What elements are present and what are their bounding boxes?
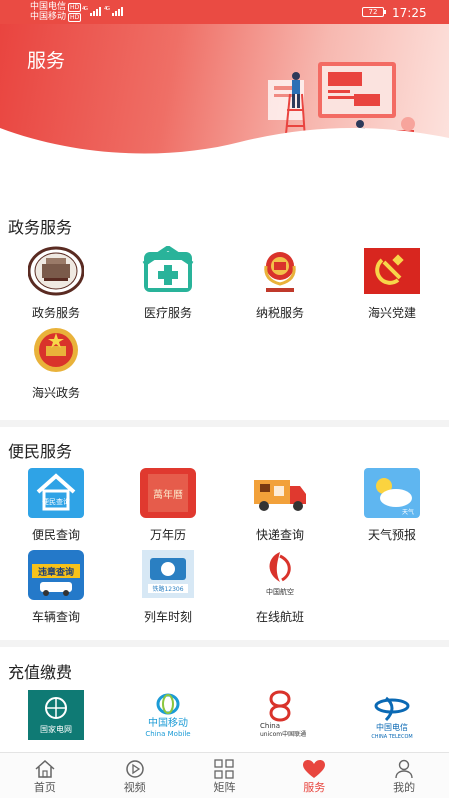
calendar-icon: 萬年曆 xyxy=(140,468,196,518)
nav-item-home[interactable]: 首页 xyxy=(0,753,90,798)
national-emblem-icon xyxy=(28,326,84,376)
hd-badge: HD xyxy=(68,3,82,12)
service-label: 万年历 xyxy=(149,528,186,542)
recharge-tile-state-grid[interactable]: 国家电网 xyxy=(0,690,112,740)
page-title: 服务 xyxy=(27,50,66,72)
recharge-tile-china-unicom[interactable]: China unicom中国联通 xyxy=(224,690,336,740)
heart-icon xyxy=(269,757,359,781)
icon-text: 铁路12306 xyxy=(152,585,183,593)
icon-text-2: China Mobile xyxy=(145,730,190,738)
service-tile-haixing-gov[interactable]: 海兴政务 xyxy=(0,326,112,401)
nav-item-matrix[interactable]: 矩阵 xyxy=(180,753,270,798)
china-telecom-icon: 中国电信 CHINA TELECOM xyxy=(364,690,420,740)
convenience-house-icon: 便民查询 xyxy=(28,468,84,518)
section-title-convenience: 便民服务 xyxy=(8,442,73,461)
carrier-1: 中国电信 HD xyxy=(30,2,82,12)
icon-text: 违章查询 xyxy=(38,566,74,578)
train-icon: 铁路12306 xyxy=(140,550,196,600)
icon-text-2: CHINA TELECOM xyxy=(371,734,412,740)
vehicle-violation-icon: 违章查询 xyxy=(28,550,84,600)
service-tile-vehicle[interactable]: 违章查询 车辆查询 xyxy=(0,550,112,625)
service-tile-weather[interactable]: 天气 天气预报 xyxy=(336,468,448,543)
icon-text: 中国电信 xyxy=(376,722,408,732)
service-label: 海兴政务 xyxy=(31,386,80,400)
service-label: 政务服务 xyxy=(31,306,80,320)
service-tile-calendar[interactable]: 萬年曆 万年历 xyxy=(112,468,224,543)
icon-text: 天气 xyxy=(402,508,414,516)
service-tile-flight[interactable]: 中国航空 在线航班 xyxy=(224,550,336,625)
icon-text: 国家电网 xyxy=(40,724,72,734)
nav-item-service[interactable]: 服务 xyxy=(269,753,359,798)
network-type-1: 4G xyxy=(82,6,88,12)
service-label: 在线航班 xyxy=(255,610,304,624)
section-title-recharge: 充值缴费 xyxy=(8,663,73,682)
service-tile-express[interactable]: 快递查询 xyxy=(224,468,336,543)
service-label: 车辆查询 xyxy=(31,610,80,624)
service-label: 列车时刻 xyxy=(143,610,192,624)
carrier-1-name: 中国电信 xyxy=(30,2,67,12)
service-tile-train[interactable]: 铁路12306 列车时刻 xyxy=(112,550,224,625)
nav-label: 服务 xyxy=(303,781,326,794)
airline-icon: 中国航空 xyxy=(252,550,308,600)
bottom-navigation: 首页 视频 矩阵 服务 我的 xyxy=(0,752,449,798)
status-bar: 中国电信 HD 中国移动 HD 4G 4G 72 17:25 xyxy=(0,0,449,24)
icon-text: 萬年曆 xyxy=(153,488,183,501)
battery-icon: 72 xyxy=(362,7,386,17)
icon-text: China xyxy=(260,722,280,730)
video-play-icon xyxy=(90,757,180,781)
service-label: 天气预报 xyxy=(367,528,416,542)
carrier-2: 中国移动 HD xyxy=(30,12,82,22)
section-title-government: 政务服务 xyxy=(8,218,73,237)
nav-label: 我的 xyxy=(393,781,416,794)
nav-item-video[interactable]: 视频 xyxy=(90,753,180,798)
state-grid-icon: 国家电网 xyxy=(28,690,84,740)
signal-icon: 4G 4G xyxy=(82,5,130,19)
nav-item-mine[interactable]: 我的 xyxy=(359,753,449,798)
party-flag-icon xyxy=(364,246,420,296)
service-tile-party[interactable]: 海兴党建 xyxy=(336,246,448,321)
service-label: 海兴党建 xyxy=(367,306,416,320)
service-tile-medical[interactable]: 医疗服务 xyxy=(112,244,224,321)
weather-icon: 天气 xyxy=(364,468,420,518)
profile-icon xyxy=(359,757,449,781)
nav-label: 视频 xyxy=(123,781,146,794)
matrix-grid-icon xyxy=(180,757,270,781)
medical-icon xyxy=(140,244,196,296)
icon-text: 便民查询 xyxy=(42,497,70,506)
delivery-truck-icon xyxy=(252,468,308,518)
service-tile-tax[interactable]: 纳税服务 xyxy=(224,246,336,321)
nav-label: 矩阵 xyxy=(213,781,236,794)
section-divider xyxy=(0,640,449,647)
banner-wave xyxy=(0,128,449,160)
service-tile-government[interactable]: 政务服务 xyxy=(0,246,112,321)
hd-badge-2: HD xyxy=(68,13,82,22)
service-label: 便民查询 xyxy=(31,528,80,542)
recharge-tile-china-telecom[interactable]: 中国电信 CHINA TELECOM xyxy=(336,690,448,740)
header-banner: 服务 xyxy=(0,24,449,160)
section-divider xyxy=(0,420,449,427)
home-icon xyxy=(0,757,90,781)
service-label: 纳税服务 xyxy=(255,306,304,320)
china-mobile-icon: 中国移动 China Mobile xyxy=(140,690,196,740)
service-label: 快递查询 xyxy=(255,528,304,542)
tax-emblem-icon xyxy=(252,246,308,296)
nav-label: 首页 xyxy=(33,781,56,794)
network-type-2: 4G xyxy=(104,6,110,12)
status-time: 17:25 xyxy=(392,6,427,20)
recharge-tile-china-mobile[interactable]: 中国移动 China Mobile xyxy=(112,690,224,740)
carrier-2-name: 中国移动 xyxy=(30,12,67,22)
icon-text-2: unicom中国联通 xyxy=(260,730,306,738)
icon-text: 中国航空 xyxy=(266,587,294,596)
china-unicom-icon: China unicom中国联通 xyxy=(252,690,308,740)
government-building-icon xyxy=(27,246,85,296)
service-tile-convenience-query[interactable]: 便民查询 便民查询 xyxy=(0,468,112,543)
service-label: 医疗服务 xyxy=(143,306,192,320)
icon-text: 中国移动 xyxy=(148,716,188,729)
